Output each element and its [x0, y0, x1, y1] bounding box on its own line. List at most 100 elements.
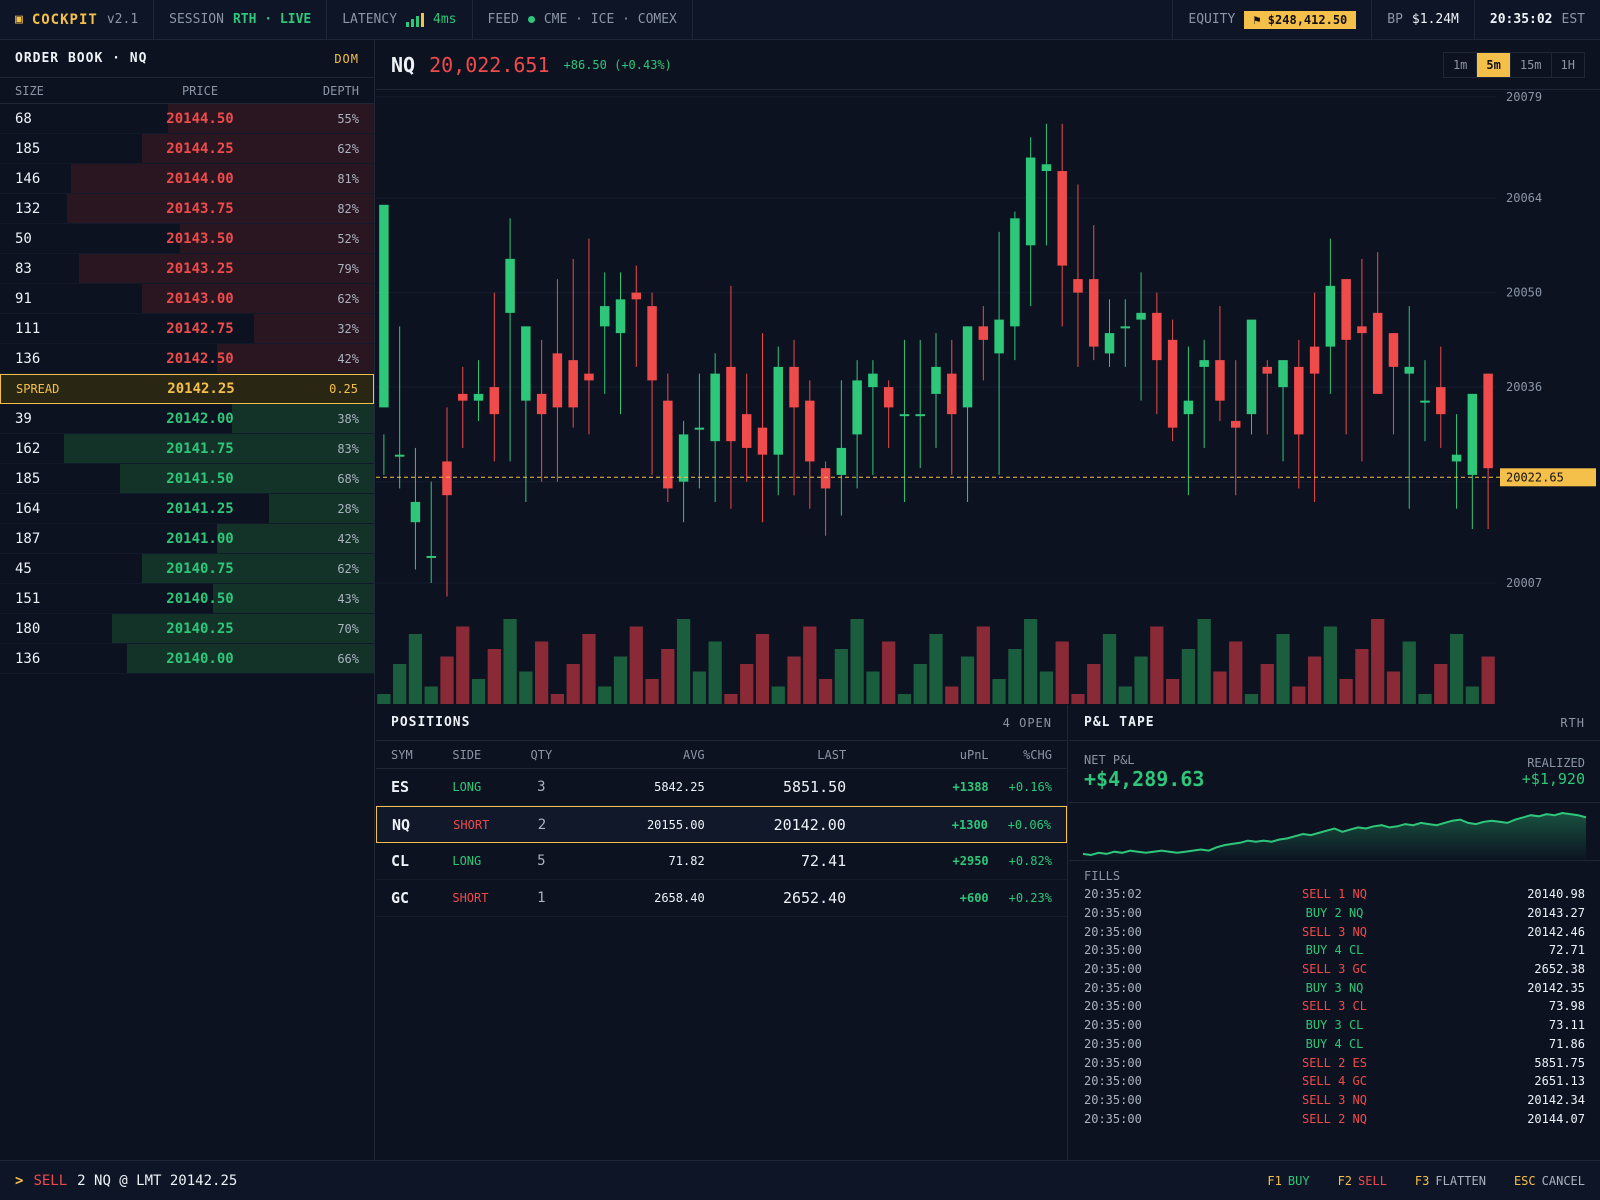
- timeframe-1m[interactable]: 1m: [1444, 52, 1478, 77]
- candle-body: [1057, 171, 1067, 266]
- level-price[interactable]: 20140.25: [135, 621, 265, 637]
- level-price[interactable]: 20142.75: [135, 321, 265, 337]
- volume-bar: [960, 656, 975, 704]
- fill-description: SELL 3 GC: [1301, 962, 1368, 977]
- volume-bar: [613, 656, 628, 704]
- hotkey-sell[interactable]: F2 SELL: [1338, 1174, 1387, 1188]
- level-price[interactable]: 20144.00: [135, 171, 265, 187]
- level-price[interactable]: 20142.00: [135, 411, 265, 427]
- bid-level-row[interactable]: 185 20141.50 68%: [0, 464, 374, 494]
- timeframe-5m[interactable]: 5m: [1477, 52, 1511, 77]
- level-price[interactable]: 20140.50: [135, 591, 265, 607]
- fill-price: 2651.13: [1534, 1074, 1585, 1089]
- timeframe-1h[interactable]: 1H: [1552, 53, 1584, 77]
- bid-level-row[interactable]: 151 20140.50 43%: [0, 584, 374, 614]
- candle-body: [1246, 319, 1257, 415]
- order-book-title: ORDER BOOK · NQ: [15, 51, 148, 66]
- ask-level-row[interactable]: 91 20143.00 62%: [0, 284, 374, 314]
- level-price[interactable]: 20141.50: [135, 471, 265, 487]
- level-price[interactable]: 20144.25: [135, 141, 265, 157]
- session-segment: SESSION RTH · LIVE: [154, 0, 328, 40]
- ask-level-row[interactable]: 83 20143.25 79%: [0, 254, 374, 284]
- volume-bar: [487, 649, 501, 704]
- volume-bar: [976, 626, 990, 704]
- level-price[interactable]: 20141.75: [135, 441, 265, 457]
- candle-body: [552, 353, 563, 408]
- candlestick-chart[interactable]: 20079200642005020036200222000720022.65: [376, 90, 1600, 704]
- ask-level-row[interactable]: 146 20144.00 81%: [0, 164, 374, 194]
- timeframe-selector: 1m 5m 15m 1H: [1442, 51, 1585, 78]
- level-price[interactable]: 20143.00: [135, 291, 265, 307]
- level-price[interactable]: 20143.25: [135, 261, 265, 277]
- volume-bar: [1244, 694, 1259, 704]
- position-row[interactable]: ES LONG 3 5842.25 5851.50 +1388 +0.16%: [376, 769, 1067, 806]
- latency-value: 4ms: [433, 12, 457, 27]
- level-price[interactable]: 20141.25: [135, 501, 265, 517]
- candle-body: [1325, 285, 1336, 347]
- clock-segment: 20:35:02 EST: [1475, 0, 1600, 40]
- candle-body: [978, 326, 989, 340]
- y-tick-label: 20079: [1506, 90, 1542, 104]
- position-row[interactable]: CL LONG 5 71.82 72.41 +2950 +0.82%: [376, 843, 1067, 880]
- fill-description: SELL 3 NQ: [1301, 1092, 1368, 1107]
- volume-bar: [582, 634, 596, 704]
- command-input[interactable]: 2 NQ @ LMT 20142.25: [77, 1173, 237, 1189]
- candle-body: [1483, 373, 1493, 469]
- order-book-column-headers: SIZE PRICE DEPTH: [0, 78, 374, 104]
- hotkey-flatten[interactable]: F3 FLATTEN: [1415, 1174, 1486, 1188]
- level-price[interactable]: 20144.50: [135, 111, 265, 127]
- hotkey-buy[interactable]: F1 BUY: [1267, 1174, 1309, 1188]
- position-row[interactable]: GC SHORT 1 2658.40 2652.40 +600 +0.23%: [376, 880, 1067, 917]
- column-pct-change: %CHG: [1023, 747, 1052, 762]
- fills-label: FILLS: [1084, 869, 1121, 883]
- hotkey-cancel[interactable]: ESC CANCEL: [1514, 1174, 1585, 1188]
- ask-level-row[interactable]: 185 20144.25 62%: [0, 134, 374, 164]
- volume-bar: [393, 664, 407, 704]
- command-bar[interactable]: > SELL 2 NQ @ LMT 20142.25 F1 BUY F2 SELL F3…: [0, 1160, 1600, 1200]
- level-size: 68: [15, 110, 32, 127]
- fill-description: SELL 1 NQ: [1301, 887, 1368, 902]
- level-size: 45: [15, 560, 32, 577]
- ask-level-row[interactable]: 111 20142.75 32%: [0, 314, 374, 344]
- timeframe-15m[interactable]: 15m: [1511, 52, 1552, 77]
- candle-body: [473, 393, 484, 401]
- command-side: SELL: [33, 1172, 68, 1189]
- level-price[interactable]: 20143.75: [135, 201, 265, 217]
- fill-price: 5851.75: [1534, 1055, 1585, 1070]
- dom-toggle-button[interactable]: DOM: [334, 52, 359, 66]
- clock-timezone: EST: [1561, 12, 1585, 27]
- bid-level-row[interactable]: 180 20140.25 70%: [0, 614, 374, 644]
- ask-level-row[interactable]: 136 20142.50 42%: [0, 344, 374, 374]
- ask-level-row[interactable]: 132 20143.75 82%: [0, 194, 374, 224]
- level-price[interactable]: 20141.00: [135, 531, 265, 547]
- level-price[interactable]: 20142.50: [135, 351, 265, 367]
- level-depth: 42%: [337, 531, 359, 546]
- bid-level-row[interactable]: 39 20142.00 38%: [0, 404, 374, 434]
- fill-row: 20:35:00 BUY 3 CL 73.11: [1069, 1016, 1600, 1035]
- ask-level-row[interactable]: 68 20144.50 55%: [0, 104, 374, 134]
- level-size: 132: [15, 200, 41, 217]
- level-size: 164: [15, 500, 41, 517]
- y-tick-label: 20007: [1506, 576, 1542, 590]
- volume-bar: [1386, 671, 1401, 704]
- bid-level-row[interactable]: 45 20140.75 62%: [0, 554, 374, 584]
- candle-body: [1357, 326, 1367, 334]
- bp-value: $1.24M: [1411, 12, 1459, 27]
- hotkey-label: BUY: [1287, 1173, 1310, 1188]
- column-depth: DEPTH: [322, 83, 359, 98]
- level-price[interactable]: 20140.00: [135, 651, 265, 667]
- fill-price: 73.98: [1548, 999, 1585, 1014]
- candle-body: [1436, 387, 1446, 415]
- level-price[interactable]: 20143.50: [135, 231, 265, 247]
- level-price[interactable]: 20140.75: [135, 561, 265, 577]
- bid-level-row[interactable]: 187 20141.00 42%: [0, 524, 374, 554]
- position-last: 2652.40: [782, 889, 847, 907]
- bid-level-row[interactable]: 164 20141.25 28%: [0, 494, 374, 524]
- ask-level-row[interactable]: 50 20143.50 52%: [0, 224, 374, 254]
- last-price-tag-label: 20022.65: [1506, 470, 1564, 484]
- volume-bar: [1292, 686, 1306, 704]
- bid-level-row[interactable]: 162 20141.75 83%: [0, 434, 374, 464]
- position-row[interactable]: NQ SHORT 2 20155.00 20142.00 +1300 +0.06%: [376, 806, 1067, 843]
- fill-time: 20:35:00: [1084, 1074, 1142, 1089]
- bid-level-row[interactable]: 136 20140.00 66%: [0, 644, 374, 674]
